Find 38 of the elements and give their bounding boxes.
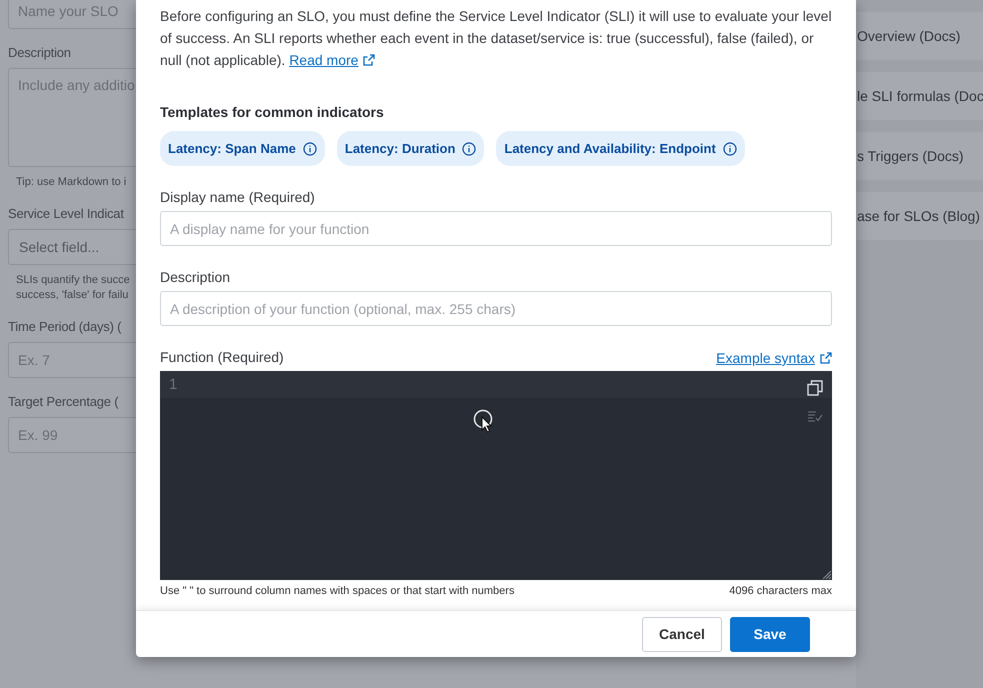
input-field[interactable]: A display name for your function bbox=[160, 211, 832, 246]
cancel-button[interactable]: Cancel bbox=[642, 616, 722, 652]
field-label: Time Period (days) ( bbox=[8, 318, 122, 336]
external-link-icon bbox=[820, 352, 832, 364]
select-field[interactable]: Select field... bbox=[8, 229, 136, 265]
section-heading: Templates for common indicators bbox=[160, 103, 384, 121]
template-chip[interactable]: Latency and Availability: Endpoint bbox=[496, 131, 745, 166]
hint-text: SLIs quantify the succe bbox=[16, 273, 130, 288]
field-label: Target Percentage ( bbox=[8, 393, 118, 411]
field-label: Description bbox=[8, 44, 71, 62]
hint-text: Tip: use Markdown to i bbox=[16, 175, 126, 190]
format-icon[interactable] bbox=[807, 410, 823, 422]
input-field[interactable]: A description of your function (optional, max. 255 chars) bbox=[160, 291, 832, 326]
copy-icon[interactable] bbox=[807, 380, 823, 396]
intro-paragraph: Before configuring an SLO, you must define the Service Level Indicator (SLI) it will use to evaluate your level of success. An SLI reports whether each event in the dataset/service is: true (successful), false (failed), or null (not applicable). Read more bbox=[160, 5, 832, 71]
cursor-icon bbox=[473, 409, 495, 435]
hint-text: success, 'false' for failu bbox=[16, 288, 128, 303]
example-syntax-link[interactable]: Example syntax bbox=[716, 350, 832, 366]
template-chip[interactable]: Latency: Duration bbox=[336, 131, 484, 166]
save-button[interactable]: Save bbox=[730, 616, 810, 652]
field-label: Display name (Required) bbox=[160, 188, 315, 206]
field-label: Service Level Indicat bbox=[8, 205, 124, 223]
field-label: Function (Required) bbox=[160, 348, 284, 366]
link-card[interactable]: ase for SLOs (Blog) bbox=[856, 192, 983, 240]
info-icon bbox=[462, 142, 476, 156]
hint-text: Use " " to surround column names with spaces or that start with numbers bbox=[160, 585, 514, 597]
character-limit: 4096 characters max bbox=[729, 585, 832, 597]
resize-grip-icon[interactable] bbox=[822, 570, 831, 579]
read-more-link[interactable]: Read more bbox=[289, 49, 376, 71]
line-number: 1 bbox=[169, 376, 178, 393]
link-card[interactable]: Overview (Docs) bbox=[856, 12, 983, 60]
code-editor[interactable]: 1 bbox=[160, 371, 832, 580]
external-link-icon bbox=[363, 54, 376, 66]
field-label: Description bbox=[160, 268, 230, 286]
info-icon bbox=[302, 142, 317, 156]
info-icon bbox=[722, 142, 737, 156]
template-chip[interactable]: Latency: Span Name bbox=[160, 131, 325, 166]
link-card[interactable]: s Triggers (Docs) bbox=[856, 132, 983, 180]
